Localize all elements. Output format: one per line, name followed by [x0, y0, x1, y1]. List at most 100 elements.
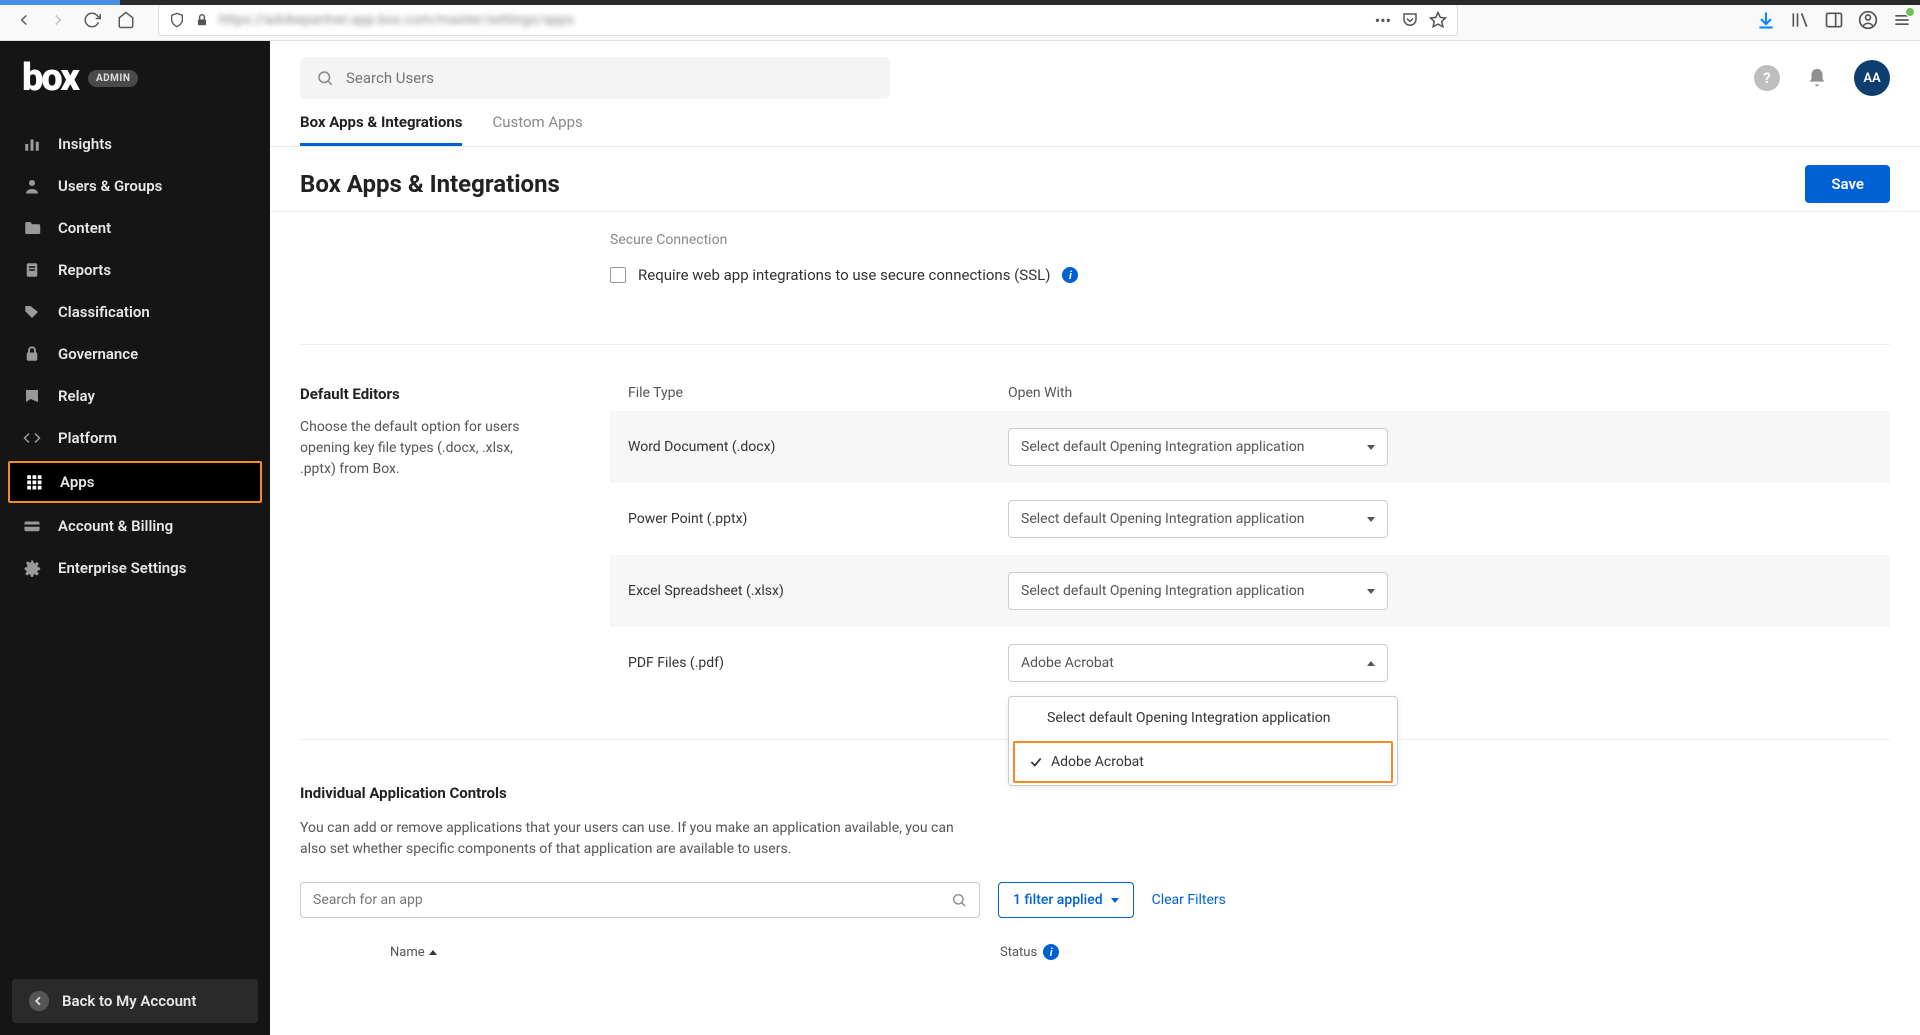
back-to-account-button[interactable]: Back to My Account — [12, 979, 258, 1023]
sidebar-item-label: Content — [58, 219, 111, 237]
billing-icon — [22, 516, 42, 536]
sidebar-item-label: Apps — [60, 473, 94, 491]
chevron-down-icon — [1367, 445, 1375, 450]
filetype-cell: Word Document (.docx) — [628, 439, 1008, 455]
save-button[interactable]: Save — [1805, 165, 1890, 203]
option-label: Select default Opening Integration appli… — [1047, 710, 1331, 726]
browser-chrome: https://adobepartner.app.box.com/master/… — [0, 0, 1920, 41]
sidebar-item-relay[interactable]: Relay — [0, 375, 270, 417]
ssl-label: Require web app integrations to use secu… — [638, 266, 1050, 284]
sidebar-item-governance[interactable]: Governance — [0, 333, 270, 375]
sidebar-item-label: Users & Groups — [58, 177, 162, 195]
page-header: Box Apps & Integrations Save — [270, 147, 1920, 211]
chevron-down-icon — [1367, 589, 1375, 594]
openwith-select-pdf[interactable]: Adobe Acrobat — [1008, 644, 1388, 682]
search-users-box[interactable] — [300, 57, 890, 99]
tab-box-apps-integrations[interactable]: Box Apps & Integrations — [300, 113, 462, 146]
star-icon[interactable] — [1429, 11, 1447, 30]
browser-reload-button[interactable] — [76, 4, 108, 36]
openwith-select-excel[interactable]: Select default Opening Integration appli… — [1008, 572, 1388, 610]
sidebar-item-label: Platform — [58, 429, 117, 447]
ssl-checkbox[interactable] — [610, 267, 626, 283]
logo-row: box ADMIN — [0, 59, 270, 123]
filter-label: 1 filter applied — [1013, 892, 1103, 908]
sidebar-item-account-billing[interactable]: Account & Billing — [0, 505, 270, 547]
pocket-icon[interactable] — [1401, 11, 1419, 30]
search-users-input[interactable] — [346, 69, 874, 87]
chevron-up-icon — [1367, 661, 1375, 666]
clear-filters-link[interactable]: Clear Filters — [1152, 892, 1226, 908]
search-icon — [951, 892, 967, 908]
browser-back-button[interactable] — [8, 4, 40, 36]
sidebar-item-platform[interactable]: Platform — [0, 417, 270, 459]
column-name[interactable]: Name — [390, 944, 1000, 960]
sidebar-icon[interactable] — [1824, 10, 1844, 30]
dropdown-option-acrobat[interactable]: Adobe Acrobat — [1013, 741, 1393, 783]
admin-badge: ADMIN — [88, 70, 138, 87]
sidebar-item-label: Reports — [58, 261, 111, 279]
openwith-select-word[interactable]: Select default Opening Integration appli… — [1008, 428, 1388, 466]
info-icon[interactable]: i — [1062, 267, 1078, 283]
dropdown-option-default[interactable]: Select default Opening Integration appli… — [1009, 697, 1397, 739]
openwith-select-powerpoint[interactable]: Select default Opening Integration appli… — [1008, 500, 1388, 538]
sidebar-item-label: Enterprise Settings — [58, 559, 186, 577]
search-app-input[interactable] — [313, 892, 951, 908]
notifications-button[interactable] — [1806, 67, 1828, 89]
table-row: PDF Files (.pdf) Adobe Acrobat Select de… — [610, 627, 1890, 699]
url-text: https://adobepartner.app.box.com/master/… — [219, 12, 1365, 28]
gear-icon — [22, 558, 42, 578]
column-openwith: Open With — [1008, 385, 1872, 401]
filetype-cell: Excel Spreadsheet (.xlsx) — [628, 583, 1008, 599]
browser-forward-button[interactable] — [42, 4, 74, 36]
url-bar[interactable]: https://adobepartner.app.box.com/master/… — [158, 4, 1458, 36]
back-icon — [28, 990, 50, 1012]
default-editors-description: Choose the default option for users open… — [300, 417, 550, 480]
secure-connection-section: Secure Connection Require web app integr… — [300, 212, 1890, 324]
apps-icon — [24, 472, 44, 492]
default-editors-section: Default Editors Choose the default optio… — [300, 344, 1890, 739]
more-icon[interactable]: ••• — [1375, 11, 1391, 30]
sidebar-item-apps[interactable]: Apps — [8, 461, 262, 503]
main-content: ? AA Box Apps & Integrations Custom Apps… — [270, 41, 1920, 1035]
filetype-cell: PDF Files (.pdf) — [628, 655, 1008, 671]
sidebar-item-reports[interactable]: Reports — [0, 249, 270, 291]
sidebar-item-content[interactable]: Content — [0, 207, 270, 249]
profile-icon[interactable] — [1858, 10, 1878, 30]
table-row: Power Point (.pptx) Select default Openi… — [610, 483, 1890, 555]
sidebar-item-enterprise-settings[interactable]: Enterprise Settings — [0, 547, 270, 589]
sidebar-item-users-groups[interactable]: Users & Groups — [0, 165, 270, 207]
browser-tab-strip — [0, 0, 1920, 5]
app-table-header: Name Status i — [300, 944, 1890, 970]
search-icon — [316, 69, 334, 87]
box-logo: box — [22, 59, 78, 97]
select-value: Select default Opening Integration appli… — [1021, 511, 1305, 527]
select-value: Adobe Acrobat — [1021, 655, 1114, 671]
sidebar-item-label: Account & Billing — [58, 517, 173, 535]
browser-home-button[interactable] — [110, 4, 142, 36]
insights-icon — [22, 134, 42, 154]
folder-icon — [22, 218, 42, 238]
filter-applied-button[interactable]: 1 filter applied — [998, 882, 1134, 918]
tab-custom-apps[interactable]: Custom Apps — [492, 113, 582, 146]
option-label: Adobe Acrobat — [1051, 754, 1144, 770]
avatar[interactable]: AA — [1854, 60, 1890, 96]
sidebar-item-insights[interactable]: Insights — [0, 123, 270, 165]
select-value: Select default Opening Integration appli… — [1021, 583, 1305, 599]
download-icon[interactable] — [1756, 10, 1776, 30]
sidebar-item-classification[interactable]: Classification — [0, 291, 270, 333]
check-icon — [1029, 755, 1043, 769]
users-icon — [22, 176, 42, 196]
search-app-box[interactable] — [300, 882, 980, 918]
shield-icon — [169, 12, 185, 28]
library-icon[interactable] — [1790, 10, 1810, 30]
individual-controls-description: You can add or remove applications that … — [300, 818, 980, 860]
back-label: Back to My Account — [62, 992, 196, 1010]
menu-icon[interactable] — [1892, 10, 1912, 30]
tag-icon — [22, 302, 42, 322]
sidebar-item-label: Insights — [58, 135, 112, 153]
info-icon[interactable]: i — [1043, 944, 1059, 960]
lock-icon — [195, 13, 209, 27]
select-value: Select default Opening Integration appli… — [1021, 439, 1305, 455]
help-button[interactable]: ? — [1754, 65, 1780, 91]
sort-asc-icon — [429, 950, 437, 955]
